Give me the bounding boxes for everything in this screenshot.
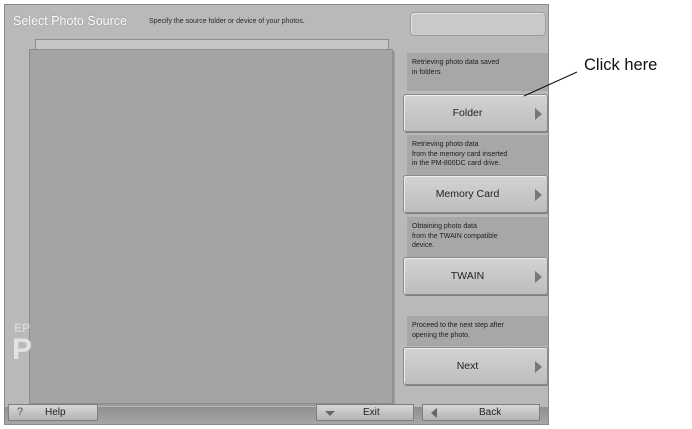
memory-card-button[interactable]: Memory Card (403, 175, 548, 213)
question-icon: ? (17, 406, 24, 418)
back-button[interactable]: Back (422, 404, 540, 421)
back-label: Back (479, 407, 502, 418)
arrow-right-icon (535, 108, 542, 120)
help-label: Help (45, 407, 66, 418)
arrow-left-icon (431, 408, 437, 418)
window-title: Select Photo Source (13, 14, 127, 28)
window-subtitle: Specify the source folder or device of y… (149, 18, 305, 25)
help-button[interactable]: ? Help (8, 404, 98, 421)
next-button-label: Next (456, 360, 479, 372)
select-photo-source-window: Select Photo Source Specify the source f… (4, 4, 549, 425)
arrow-right-icon (535, 271, 542, 283)
exit-label: Exit (363, 407, 380, 418)
photo-preview-area (29, 49, 393, 404)
callout-label: Click here (584, 56, 658, 74)
folder-description: Retrieving photo data saved in folders. (407, 53, 548, 91)
twain-button[interactable]: TWAIN (403, 257, 548, 295)
folder-button[interactable]: Folder (403, 94, 548, 132)
exit-button[interactable]: Exit (316, 404, 414, 421)
folder-button-label: Folder (452, 107, 483, 119)
watermark-p: P (12, 333, 33, 366)
next-description: Proceed to the next step after opening t… (407, 316, 548, 346)
arrow-right-icon (535, 189, 542, 201)
twain-button-label: TWAIN (450, 270, 485, 282)
arrow-right-icon (535, 361, 542, 373)
status-box (410, 12, 546, 36)
memory-card-description: Retrieving photo data from the memory ca… (407, 135, 548, 175)
twain-description: Obtaining photo data from the TWAIN comp… (407, 217, 548, 257)
memory-card-button-label: Memory Card (435, 188, 500, 200)
arrow-down-icon (325, 411, 335, 416)
next-button[interactable]: Next (403, 347, 548, 385)
